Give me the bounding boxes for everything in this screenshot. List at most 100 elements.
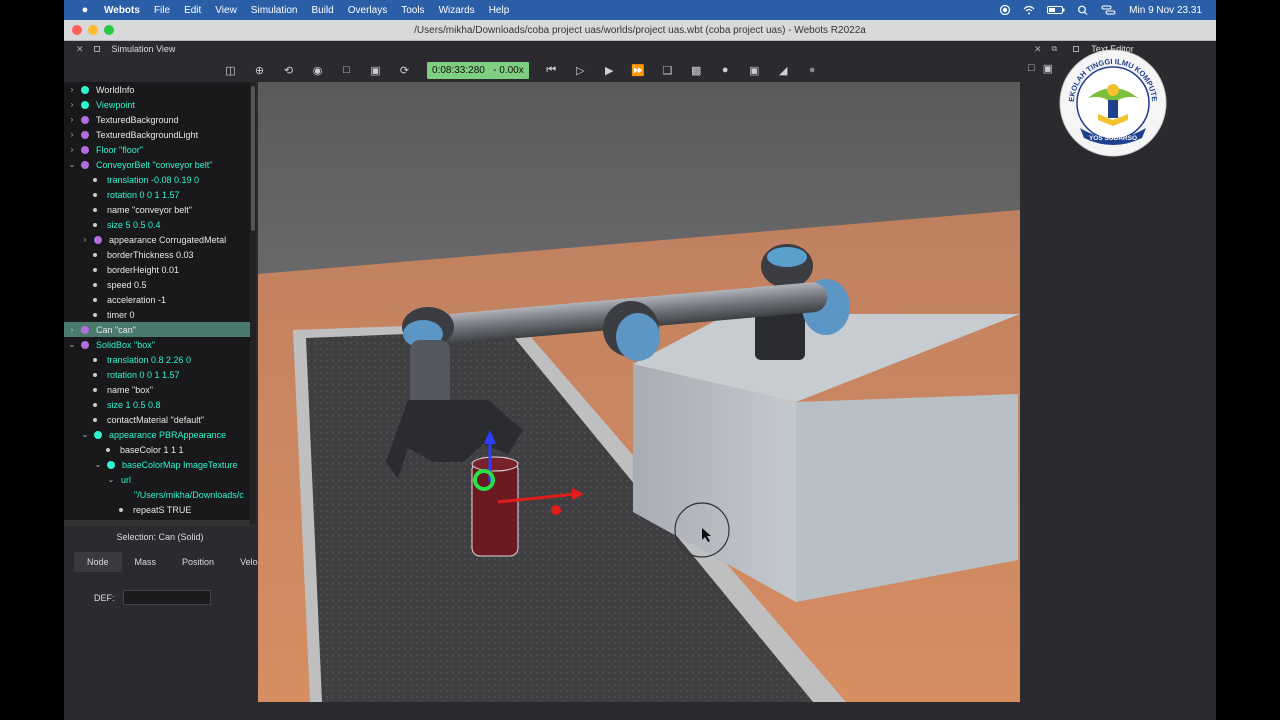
node-dot-icon bbox=[81, 160, 89, 169]
tree-row[interactable]: speed 0.5 bbox=[64, 277, 250, 292]
sound-icon[interactable]: ◢ bbox=[775, 62, 791, 78]
apple-icon[interactable]: ● bbox=[78, 4, 92, 16]
tree-row-label: name "box" bbox=[107, 384, 153, 395]
tree-row[interactable]: name "box" bbox=[64, 382, 250, 397]
open-folder-icon[interactable]: □ bbox=[339, 62, 355, 78]
reset-viewpoint-icon[interactable]: ⟲ bbox=[281, 62, 297, 78]
play-icon[interactable]: ▶ bbox=[601, 62, 617, 78]
tree-row[interactable]: ⌄ ConveyorBelt "conveyor belt" bbox=[64, 157, 250, 172]
tree-row[interactable]: ⌄ url bbox=[64, 472, 250, 487]
tree-row[interactable]: "/Users/mikha/Downloads/c bbox=[64, 487, 250, 502]
scene-tree[interactable]: › WorldInfo › Viewpoint › TexturedBackground ›… bbox=[64, 82, 250, 524]
tree-row[interactable]: translation 0.8 2.26 0 bbox=[64, 352, 250, 367]
expand-arrow-icon[interactable]: › bbox=[66, 145, 78, 154]
tree-row[interactable]: size 1 0.5 0.8 bbox=[64, 397, 250, 412]
movie-icon[interactable]: ▩ bbox=[688, 62, 704, 78]
add-node-icon[interactable]: ⊕ bbox=[252, 62, 268, 78]
menu-edit[interactable]: Edit bbox=[184, 5, 201, 16]
fast-forward-icon[interactable]: ⏩ bbox=[630, 62, 646, 78]
field-bullet-icon bbox=[93, 297, 97, 302]
expand-arrow-icon[interactable]: ⌄ bbox=[105, 475, 117, 484]
battery-icon[interactable] bbox=[1047, 5, 1065, 15]
school-logo: SEKOLAH TINGGI ILMU KOMPUTER YOS SUDARSO bbox=[1058, 48, 1167, 157]
tree-row[interactable]: › WorldInfo bbox=[64, 82, 250, 97]
tree-row[interactable]: ⌄ baseColorMap ImageTexture bbox=[64, 457, 250, 472]
menu-app-name[interactable]: Webots bbox=[104, 5, 140, 16]
tab-node[interactable]: Node bbox=[74, 552, 122, 572]
expand-arrow-icon[interactable]: ⌄ bbox=[66, 160, 78, 169]
tree-row[interactable]: › Can "can" bbox=[64, 322, 250, 337]
scrollbar-thumb[interactable] bbox=[251, 86, 255, 231]
wifi-icon[interactable] bbox=[1023, 5, 1035, 15]
clock[interactable]: Min 9 Nov 23.31 bbox=[1129, 5, 1202, 16]
expand-arrow-icon[interactable]: ⌄ bbox=[92, 460, 104, 469]
menu-tools[interactable]: Tools bbox=[401, 5, 424, 16]
tree-row[interactable]: ⌄ appearance PBRAppearance bbox=[64, 427, 250, 442]
tree-row[interactable]: ⌄ SolidBox "box" bbox=[64, 337, 250, 352]
tab-position[interactable]: Position bbox=[169, 552, 227, 572]
close-icon[interactable]: ✕ bbox=[76, 44, 84, 55]
save-icon[interactable]: ▣ bbox=[368, 62, 384, 78]
menu-view[interactable]: View bbox=[215, 5, 237, 16]
tree-row[interactable]: › Viewpoint bbox=[64, 97, 250, 112]
expand-arrow-icon[interactable]: › bbox=[79, 235, 91, 244]
reload-icon[interactable]: ⟳ bbox=[397, 62, 413, 78]
x-rotation-handle[interactable] bbox=[551, 505, 561, 515]
expand-arrow-icon[interactable]: › bbox=[66, 100, 78, 109]
tree-row[interactable]: acceleration -1 bbox=[64, 292, 250, 307]
open-folder-icon[interactable]: ▣ bbox=[1043, 62, 1053, 75]
field-bullet-icon bbox=[93, 252, 97, 257]
tree-row[interactable]: translation -0.08 0.19 0 bbox=[64, 172, 250, 187]
step-icon[interactable]: ▷ bbox=[572, 62, 588, 78]
control-center-icon[interactable] bbox=[1101, 5, 1117, 15]
tree-row[interactable]: size 5 0.5 0.4 bbox=[64, 217, 250, 232]
expand-arrow-icon[interactable]: › bbox=[66, 115, 78, 124]
tree-row[interactable]: › TexturedBackgroundLight bbox=[64, 127, 250, 142]
def-input[interactable] bbox=[122, 590, 211, 605]
reset-simulation-icon[interactable]: ⏮ bbox=[543, 62, 559, 78]
menu-simulation[interactable]: Simulation bbox=[251, 5, 298, 16]
tree-row[interactable]: › appearance CorrugatedMetal bbox=[64, 232, 250, 247]
menu-file[interactable]: File bbox=[154, 5, 170, 16]
tree-row[interactable]: rotation 0 0 1 1.57 bbox=[64, 367, 250, 382]
tree-row-label: SolidBox "box" bbox=[96, 339, 155, 350]
record-icon[interactable] bbox=[999, 5, 1011, 15]
scene-tree-scrollbar[interactable] bbox=[250, 82, 256, 524]
field-bullet-icon bbox=[119, 507, 123, 512]
menu-build[interactable]: Build bbox=[312, 5, 334, 16]
record-icon[interactable]: ● bbox=[717, 62, 733, 78]
camera-icon[interactable]: ▣ bbox=[746, 62, 762, 78]
close-icon[interactable]: ✕ bbox=[1034, 44, 1042, 55]
eye-icon[interactable]: ◉ bbox=[310, 62, 326, 78]
expand-arrow-icon[interactable]: ⌄ bbox=[66, 340, 78, 349]
tree-row[interactable]: › Floor "floor" bbox=[64, 142, 250, 157]
tree-row[interactable]: timer 0 bbox=[64, 307, 250, 322]
expand-arrow-icon[interactable]: › bbox=[66, 325, 78, 334]
field-bullet-icon bbox=[93, 267, 97, 272]
can[interactable] bbox=[471, 461, 519, 557]
simulation-toolbar: ◫ ⊕ ⟲ ◉ □ ▣ ⟳ 0:08:33:280 - 0.00x ⏮ ▷ ▶ … bbox=[64, 57, 1020, 83]
tree-row[interactable]: rotation 0 0 1 1.57 bbox=[64, 187, 250, 202]
search-icon[interactable] bbox=[1077, 5, 1089, 15]
tree-row[interactable]: borderThickness 0.03 bbox=[64, 247, 250, 262]
expand-arrow-icon[interactable]: › bbox=[66, 85, 78, 94]
menu-overlays[interactable]: Overlays bbox=[348, 5, 387, 16]
menu-wizards[interactable]: Wizards bbox=[439, 5, 475, 16]
float-icon[interactable]: ⧉ bbox=[1052, 44, 1058, 54]
float-icon[interactable] bbox=[93, 46, 100, 52]
tree-row[interactable]: borderHeight 0.01 bbox=[64, 262, 250, 277]
menu-help[interactable]: Help bbox=[489, 5, 510, 16]
3d-viewport[interactable] bbox=[258, 82, 1020, 702]
tree-row[interactable]: › TexturedBackground bbox=[64, 112, 250, 127]
expand-arrow-icon[interactable]: › bbox=[66, 130, 78, 139]
tree-row[interactable]: contactMaterial "default" bbox=[64, 412, 250, 427]
tree-row[interactable]: baseColor 1 1 1 bbox=[64, 442, 250, 457]
new-file-icon[interactable]: □ bbox=[1028, 62, 1035, 75]
tab-mass[interactable]: Mass bbox=[122, 552, 170, 572]
tree-row[interactable]: name "conveyor belt" bbox=[64, 202, 250, 217]
tree-row[interactable]: repeatS TRUE bbox=[64, 502, 250, 517]
rendering-icon[interactable]: ❏ bbox=[659, 62, 675, 78]
expand-arrow-icon[interactable]: ⌄ bbox=[79, 430, 91, 439]
field-bullet-icon bbox=[106, 447, 110, 452]
toggle-scene-tree-icon[interactable]: ◫ bbox=[223, 62, 239, 78]
